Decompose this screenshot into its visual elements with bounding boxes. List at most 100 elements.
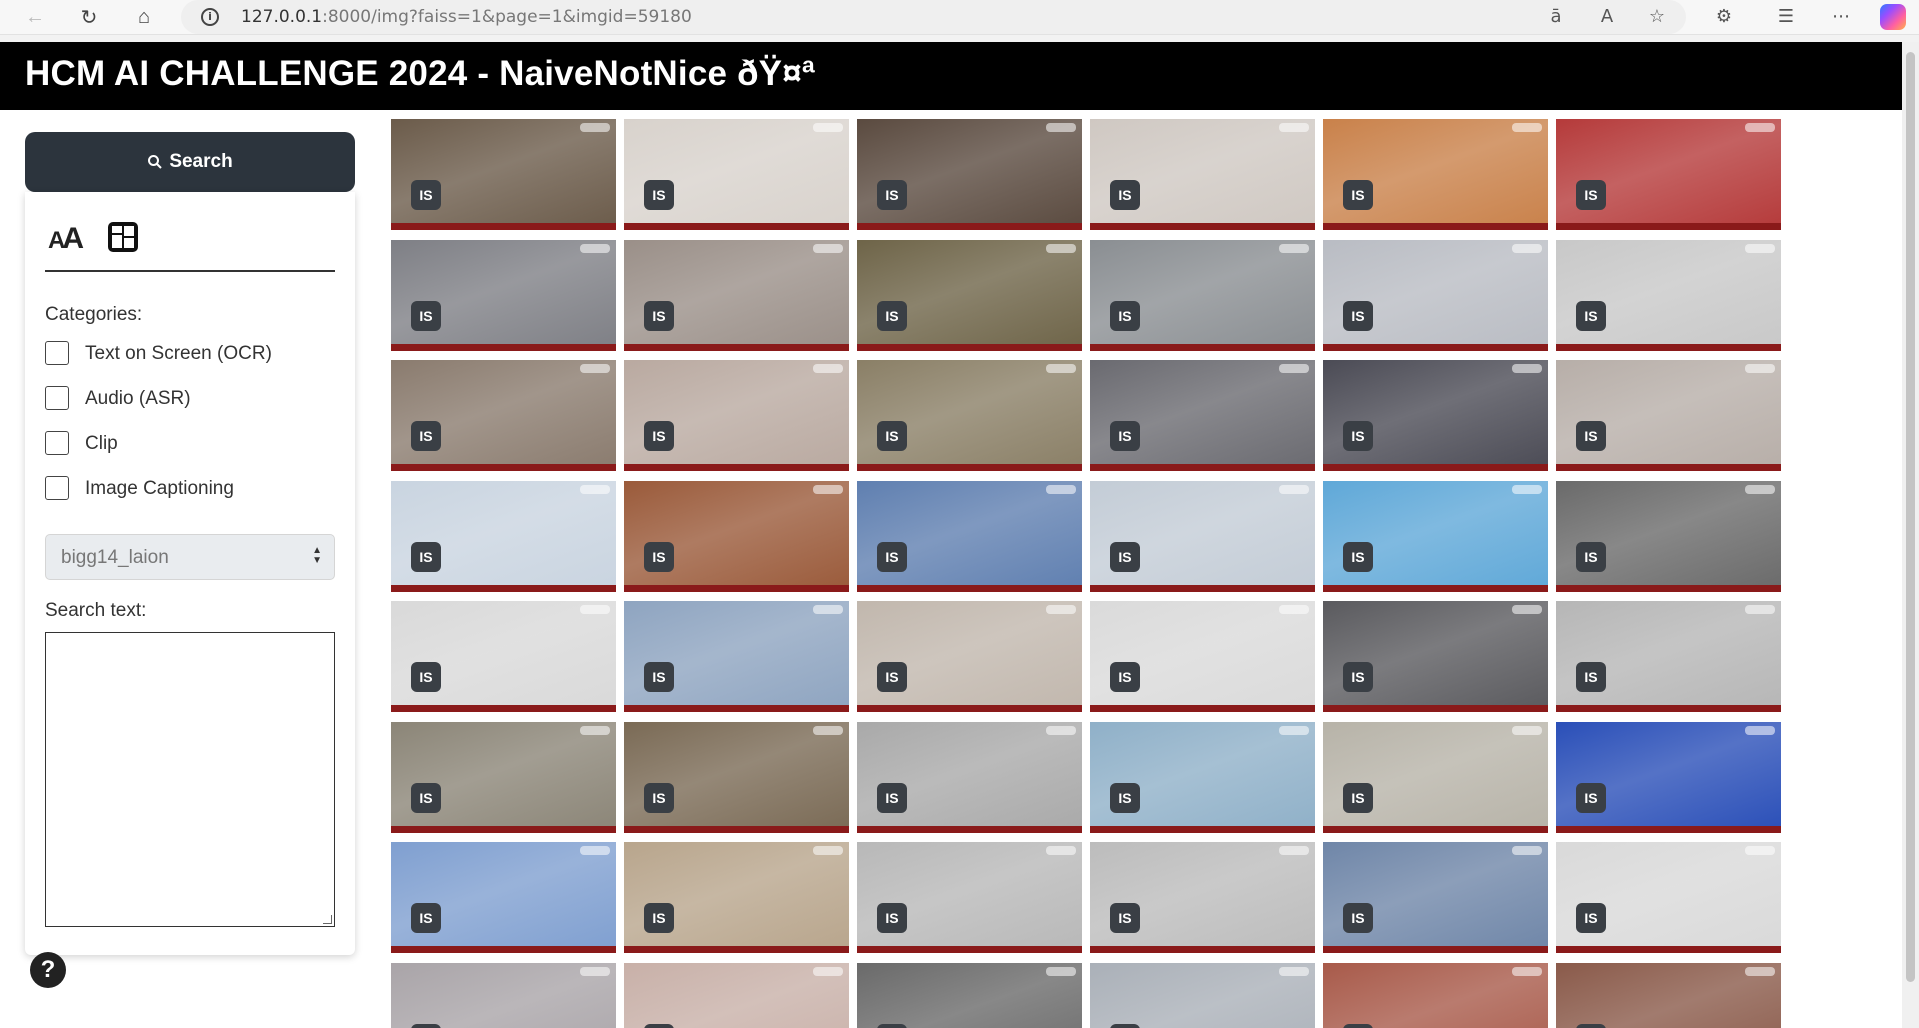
image-search-button[interactable]: IS [411, 421, 441, 451]
result-thumbnail[interactable]: IS [1090, 963, 1315, 1028]
image-search-button[interactable]: IS [1343, 783, 1373, 813]
result-thumbnail[interactable]: IS [1556, 360, 1781, 471]
image-search-button[interactable]: IS [1110, 783, 1140, 813]
image-search-button[interactable]: IS [1576, 662, 1606, 692]
category-ocr[interactable]: Text on Screen (OCR) [45, 340, 272, 366]
image-search-button[interactable]: IS [411, 662, 441, 692]
image-search-button[interactable]: IS [1110, 542, 1140, 572]
resize-handle-icon[interactable] [323, 915, 332, 924]
result-thumbnail[interactable]: IS [1090, 119, 1315, 230]
image-search-button[interactable]: IS [877, 662, 907, 692]
result-thumbnail[interactable]: IS [391, 119, 616, 230]
result-thumbnail[interactable]: IS [1090, 481, 1315, 592]
image-search-button[interactable]: IS [1343, 662, 1373, 692]
favorite-icon[interactable]: ☆ [1643, 5, 1671, 29]
text-size-icon[interactable]: AA [48, 222, 84, 256]
image-search-button[interactable]: IS [411, 542, 441, 572]
copilot-icon[interactable] [1880, 4, 1906, 30]
image-search-button[interactable]: IS [411, 180, 441, 210]
result-thumbnail[interactable]: IS [1090, 360, 1315, 471]
image-search-button[interactable]: IS [411, 783, 441, 813]
image-search-button[interactable]: IS [1110, 180, 1140, 210]
ocr-checkbox[interactable] [45, 341, 69, 365]
result-thumbnail[interactable]: IS [1556, 963, 1781, 1028]
result-thumbnail[interactable]: IS [624, 360, 849, 471]
image-search-button[interactable]: IS [1576, 421, 1606, 451]
image-search-button[interactable]: IS [877, 301, 907, 331]
image-search-button[interactable]: IS [1110, 421, 1140, 451]
image-search-button[interactable]: IS [644, 180, 674, 210]
image-search-button[interactable]: IS [1110, 903, 1140, 933]
result-thumbnail[interactable]: IS [1090, 601, 1315, 712]
image-search-button[interactable]: IS [644, 1024, 674, 1028]
image-search-button[interactable]: IS [877, 1024, 907, 1028]
result-thumbnail[interactable]: IS [1323, 481, 1548, 592]
layout-icon[interactable] [108, 222, 138, 252]
favorites-icon[interactable]: ☰ [1772, 5, 1800, 29]
result-thumbnail[interactable]: IS [857, 360, 1082, 471]
result-thumbnail[interactable]: IS [624, 481, 849, 592]
result-thumbnail[interactable]: IS [624, 842, 849, 953]
image-search-button[interactable]: IS [644, 903, 674, 933]
result-thumbnail[interactable]: IS [391, 601, 616, 712]
extensions-icon[interactable]: ⚙ [1710, 5, 1738, 29]
result-thumbnail[interactable]: IS [857, 963, 1082, 1028]
result-thumbnail[interactable]: IS [1323, 963, 1548, 1028]
search-button[interactable]: Search [25, 132, 355, 192]
result-thumbnail[interactable]: IS [857, 842, 1082, 953]
clip-checkbox[interactable] [45, 431, 69, 455]
result-thumbnail[interactable]: IS [857, 240, 1082, 351]
image-search-button[interactable]: IS [644, 542, 674, 572]
image-search-button[interactable]: IS [1110, 1024, 1140, 1028]
image-search-button[interactable]: IS [877, 542, 907, 572]
image-search-button[interactable]: IS [1110, 301, 1140, 331]
help-button[interactable]: ? [30, 952, 66, 988]
image-search-button[interactable]: IS [644, 301, 674, 331]
result-thumbnail[interactable]: IS [1323, 119, 1548, 230]
result-thumbnail[interactable]: IS [857, 722, 1082, 833]
image-search-button[interactable]: IS [1576, 1024, 1606, 1028]
image-search-button[interactable]: IS [411, 1024, 441, 1028]
image-search-button[interactable]: IS [1576, 542, 1606, 572]
result-thumbnail[interactable]: IS [391, 963, 616, 1028]
category-clip[interactable]: Clip [45, 430, 118, 456]
image-search-button[interactable]: IS [644, 662, 674, 692]
model-select[interactable]: bigg14_laion ▲ ▼ [45, 534, 335, 580]
result-thumbnail[interactable]: IS [1556, 481, 1781, 592]
image-search-button[interactable]: IS [1343, 1024, 1373, 1028]
category-captioning[interactable]: Image Captioning [45, 475, 234, 501]
image-search-button[interactable]: IS [877, 903, 907, 933]
result-thumbnail[interactable]: IS [1323, 842, 1548, 953]
result-thumbnail[interactable]: IS [1556, 119, 1781, 230]
result-thumbnail[interactable]: IS [1556, 601, 1781, 712]
result-thumbnail[interactable]: IS [1556, 842, 1781, 953]
address-bar[interactable]: i 127.0.0.1:8000/img?faiss=1&page=1&imgi… [181, 0, 1686, 34]
image-search-button[interactable]: IS [411, 301, 441, 331]
result-thumbnail[interactable]: IS [1323, 722, 1548, 833]
result-thumbnail[interactable]: IS [1323, 240, 1548, 351]
image-search-button[interactable]: IS [1343, 542, 1373, 572]
result-thumbnail[interactable]: IS [857, 601, 1082, 712]
url-text[interactable]: 127.0.0.1:8000/img?faiss=1&page=1&imgid=… [241, 7, 692, 27]
image-search-button[interactable]: IS [411, 903, 441, 933]
image-search-button[interactable]: IS [644, 783, 674, 813]
captioning-checkbox[interactable] [45, 476, 69, 500]
scrollbar-thumb[interactable] [1906, 52, 1915, 982]
image-search-button[interactable]: IS [1343, 180, 1373, 210]
result-thumbnail[interactable]: IS [391, 360, 616, 471]
asr-checkbox[interactable] [45, 386, 69, 410]
result-thumbnail[interactable]: IS [624, 963, 849, 1028]
result-thumbnail[interactable]: IS [1556, 240, 1781, 351]
search-text-input[interactable] [45, 632, 335, 927]
refresh-icon[interactable]: ↻ [74, 4, 104, 30]
image-search-button[interactable]: IS [1343, 301, 1373, 331]
image-search-button[interactable]: IS [1576, 783, 1606, 813]
image-search-button[interactable]: IS [1576, 301, 1606, 331]
result-thumbnail[interactable]: IS [1090, 722, 1315, 833]
category-asr[interactable]: Audio (ASR) [45, 385, 191, 411]
result-thumbnail[interactable]: IS [391, 722, 616, 833]
result-thumbnail[interactable]: IS [624, 119, 849, 230]
image-search-button[interactable]: IS [1576, 903, 1606, 933]
result-thumbnail[interactable]: IS [1556, 722, 1781, 833]
image-search-button[interactable]: IS [1343, 421, 1373, 451]
